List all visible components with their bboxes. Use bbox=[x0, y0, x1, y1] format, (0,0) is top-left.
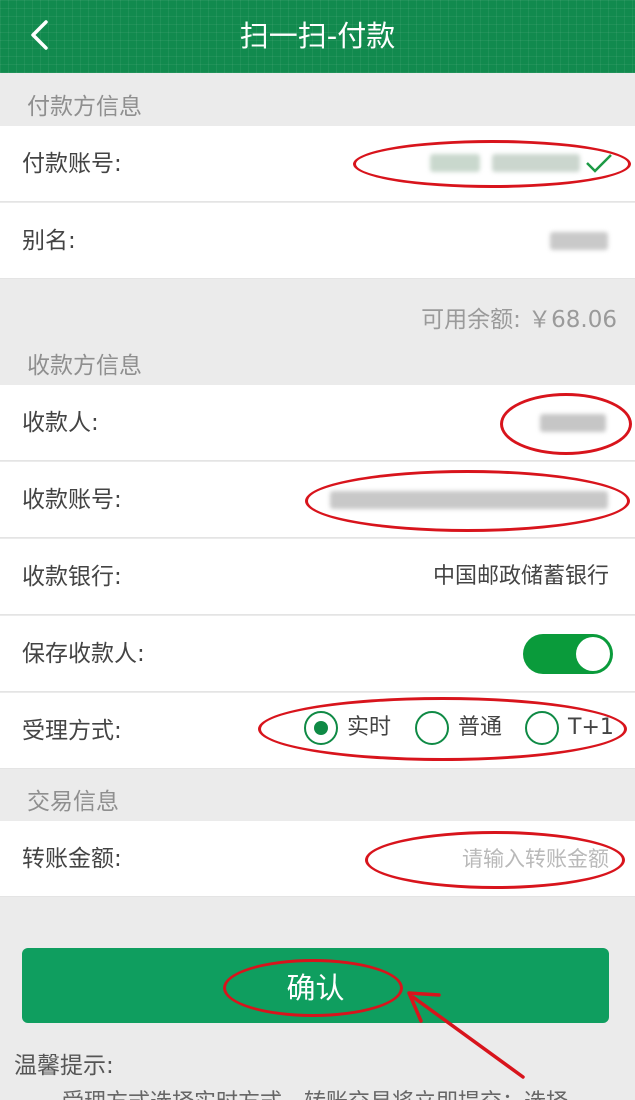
payee-account-label: 收款账号: bbox=[22, 487, 122, 513]
redacted-account-part bbox=[492, 154, 580, 172]
radio-normal-label: 普通 bbox=[458, 715, 503, 740]
radio-normal[interactable] bbox=[415, 711, 449, 745]
payee-name-row[interactable]: 收款人: bbox=[0, 385, 635, 461]
amount-label: 转账金额: bbox=[22, 846, 122, 872]
payee-account-row[interactable]: 收款账号: bbox=[0, 462, 635, 538]
payee-bank-label: 收款银行: bbox=[22, 564, 122, 590]
payer-account-row[interactable]: 付款账号: bbox=[0, 126, 635, 202]
checkmark-icon bbox=[586, 154, 612, 173]
redacted-alias bbox=[550, 232, 608, 250]
page-title: 扫一扫-付款 bbox=[239, 19, 396, 53]
payer-section-title: 付款方信息 bbox=[27, 94, 142, 120]
redacted-account-part bbox=[430, 154, 480, 172]
redacted-payee-account bbox=[330, 491, 608, 509]
payee-bank-row[interactable]: 收款银行: 中国邮政储蓄银行 bbox=[0, 539, 635, 615]
save-payee-label: 保存收款人: bbox=[22, 641, 145, 667]
payee-bank-value: 中国邮政储蓄银行 bbox=[432, 564, 609, 589]
transaction-section-title: 交易信息 bbox=[27, 789, 119, 815]
radio-t1-label: T+1 bbox=[568, 715, 614, 740]
amount-row[interactable]: 转账金额: bbox=[0, 821, 635, 897]
payer-alias-label: 别名: bbox=[22, 228, 76, 254]
confirm-button[interactable]: 确认 bbox=[22, 948, 609, 1023]
payee-name-label: 收款人: bbox=[22, 410, 99, 436]
processing-method-label: 受理方式: bbox=[22, 718, 122, 744]
amount-input[interactable] bbox=[349, 821, 609, 897]
available-balance: 可用余额: ￥68.06 bbox=[421, 307, 617, 333]
toggle-knob bbox=[576, 637, 610, 671]
payer-alias-row: 别名: bbox=[0, 203, 635, 279]
payer-account-label: 付款账号: bbox=[22, 151, 122, 177]
nav-bar: 扫一扫-付款 bbox=[0, 0, 635, 73]
redacted-payee-name bbox=[540, 414, 606, 432]
save-payee-toggle[interactable] bbox=[523, 634, 613, 674]
radio-realtime[interactable] bbox=[304, 711, 338, 745]
tips-title: 温馨提示: bbox=[14, 1053, 114, 1079]
tips-text: 受理方式选择实时方式，转账交易将立即提交；选择 bbox=[62, 1084, 568, 1100]
payee-section-title: 收款方信息 bbox=[27, 353, 142, 379]
radio-t1[interactable] bbox=[525, 711, 559, 745]
radio-realtime-label: 实时 bbox=[347, 715, 392, 740]
